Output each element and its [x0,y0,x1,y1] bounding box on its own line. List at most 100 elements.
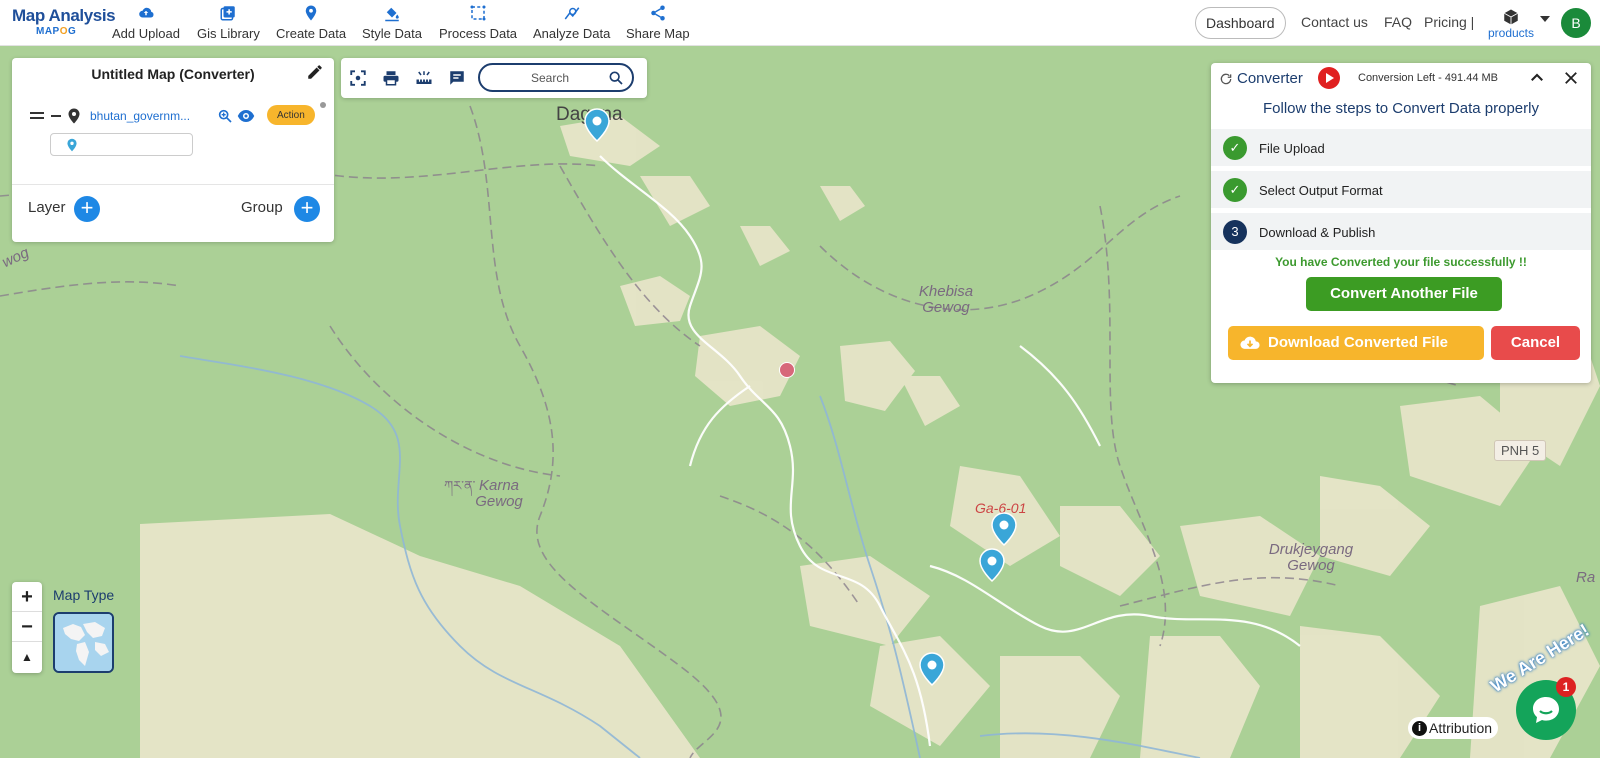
products-menu[interactable]: products [1486,8,1536,40]
step-download-publish[interactable]: 3 Download & Publish [1211,212,1591,250]
print-icon[interactable] [382,69,400,87]
nav-add-upload[interactable]: Add Upload [112,4,180,41]
layer-button-label: Layer [28,199,66,216]
check-icon: ✓ [1223,136,1247,160]
nav-create-data[interactable]: Create Data [276,4,346,41]
map-toolbar [341,58,647,98]
nav-label: Gis Library [197,26,260,41]
step-file-upload[interactable]: ✓ File Upload [1211,128,1591,166]
eye-icon[interactable] [237,109,255,123]
map-marker[interactable] [584,108,610,142]
share-icon [651,5,665,21]
refresh-icon[interactable] [1219,72,1233,86]
download-converted-button[interactable]: Download Converted File [1228,326,1484,360]
check-icon: ✓ [1223,178,1247,202]
nav-label: Process Data [439,26,518,41]
zoom-in-button[interactable]: + [12,582,42,612]
cloud-upload-icon [139,7,154,18]
zoom-to-layer-icon[interactable] [217,108,233,124]
location-pin-icon [67,138,77,152]
nav-label: Create Data [276,26,347,41]
location-pin-icon [68,108,80,124]
search-input[interactable] [490,69,610,87]
fit-screen-icon[interactable] [349,69,367,87]
layer-name[interactable]: bhutan_governm... [90,109,210,123]
map-marker[interactable] [979,548,1005,582]
converter-title: Converter [1237,70,1303,87]
notification-badge: 1 [1556,677,1576,697]
layer-location-input[interactable] [50,133,193,156]
nav-process-data[interactable]: Process Data [439,4,517,41]
zoom-out-button[interactable]: − [12,612,42,642]
top-navbar: Map Analysis MAPOG Add Upload Gis Librar… [0,0,1600,46]
nav-style-data[interactable]: Style Data [362,4,422,41]
map-type-label: Map Type [53,587,115,603]
nav-label: Analyze Data [533,26,611,41]
nav-gis-library[interactable]: Gis Library [197,4,260,41]
dashboard-button[interactable]: Dashboard [1195,7,1286,39]
products-label: products [1487,26,1535,40]
map-label-khebisa: Khebisa Gewog [918,283,974,316]
measure-icon[interactable] [415,69,433,87]
converter-subtitle: Follow the steps to Convert Data properl… [1263,100,1539,117]
map-marker[interactable] [991,512,1017,546]
search-icon[interactable] [608,70,624,86]
add-layer-button[interactable]: + [74,196,100,222]
cancel-button[interactable]: Cancel [1491,326,1580,360]
step-select-output-format[interactable]: ✓ Select Output Format [1211,170,1591,208]
nav-label: Share Map [626,26,690,41]
drag-handle-icon[interactable] [30,111,44,121]
step-number: 3 [1223,220,1247,244]
attribution-label: Attribution [1429,720,1493,736]
cloud-download-icon [1240,336,1260,349]
library-icon [220,6,236,21]
map-label-ra: Ra [1576,569,1596,586]
nav-label: Add Upload [112,26,180,41]
converter-header: Converter Conversion Left - 491.44 MB [1211,63,1591,95]
zoom-control: + − ▲ [12,582,42,673]
compass-button[interactable]: ▲ [12,642,42,672]
analyze-icon [564,7,580,20]
chevron-up-icon[interactable] [1528,69,1546,87]
pencil-icon[interactable] [306,63,324,81]
brand-logo[interactable]: Map Analysis MAPOG [12,6,116,37]
attribution-button[interactable]: i Attribution [1408,717,1499,739]
road-shield-pnh5: PNH 5 [1494,440,1547,461]
add-group-button[interactable]: + [294,196,320,222]
chat-bubble-icon [1533,697,1559,723]
brand-title: Map Analysis [12,6,116,25]
action-button[interactable]: Action [267,105,315,125]
location-pin-icon [305,5,317,21]
marker-pin-icon [584,108,610,142]
step-label: File Upload [1259,141,1325,156]
close-icon[interactable] [1562,69,1580,87]
search-box[interactable] [478,63,634,92]
download-label: Download Converted File [1268,334,1449,351]
nav-analyze-data[interactable]: Analyze Data [533,4,610,41]
contact-link[interactable]: Contact us [1301,14,1368,30]
poi-marker[interactable] [779,362,795,378]
chevron-down-icon[interactable] [1540,16,1550,22]
map-type-selector[interactable] [53,612,114,673]
nav-share-map[interactable]: Share Map [626,4,690,41]
group-button-label: Group [241,199,283,216]
step-label: Download & Publish [1259,225,1376,240]
divider [12,184,334,185]
process-icon [470,5,486,21]
collapse-icon[interactable] [50,111,62,121]
layer-panel: Untitled Map (Converter) bhutan_governm.… [12,58,334,242]
converter-panel: Converter Conversion Left - 491.44 MB Fo… [1211,63,1591,383]
marker-pin-icon [991,512,1017,546]
map-title: Untitled Map (Converter) [91,66,255,82]
user-avatar[interactable]: B [1561,8,1591,38]
comment-icon[interactable] [448,69,466,87]
conversion-left: Conversion Left - 491.44 MB [1358,72,1499,84]
faq-link[interactable]: FAQ [1384,14,1412,30]
map-label-drukjeygang: Drukjeygang Gewog [1268,541,1354,574]
convert-another-button[interactable]: Convert Another File [1306,277,1502,311]
brand-subtitle: MAPOG [36,26,77,37]
youtube-icon[interactable] [1318,67,1340,89]
map-marker[interactable] [919,652,945,686]
pricing-link[interactable]: Pricing | [1424,14,1474,30]
step-label: Select Output Format [1259,183,1383,198]
